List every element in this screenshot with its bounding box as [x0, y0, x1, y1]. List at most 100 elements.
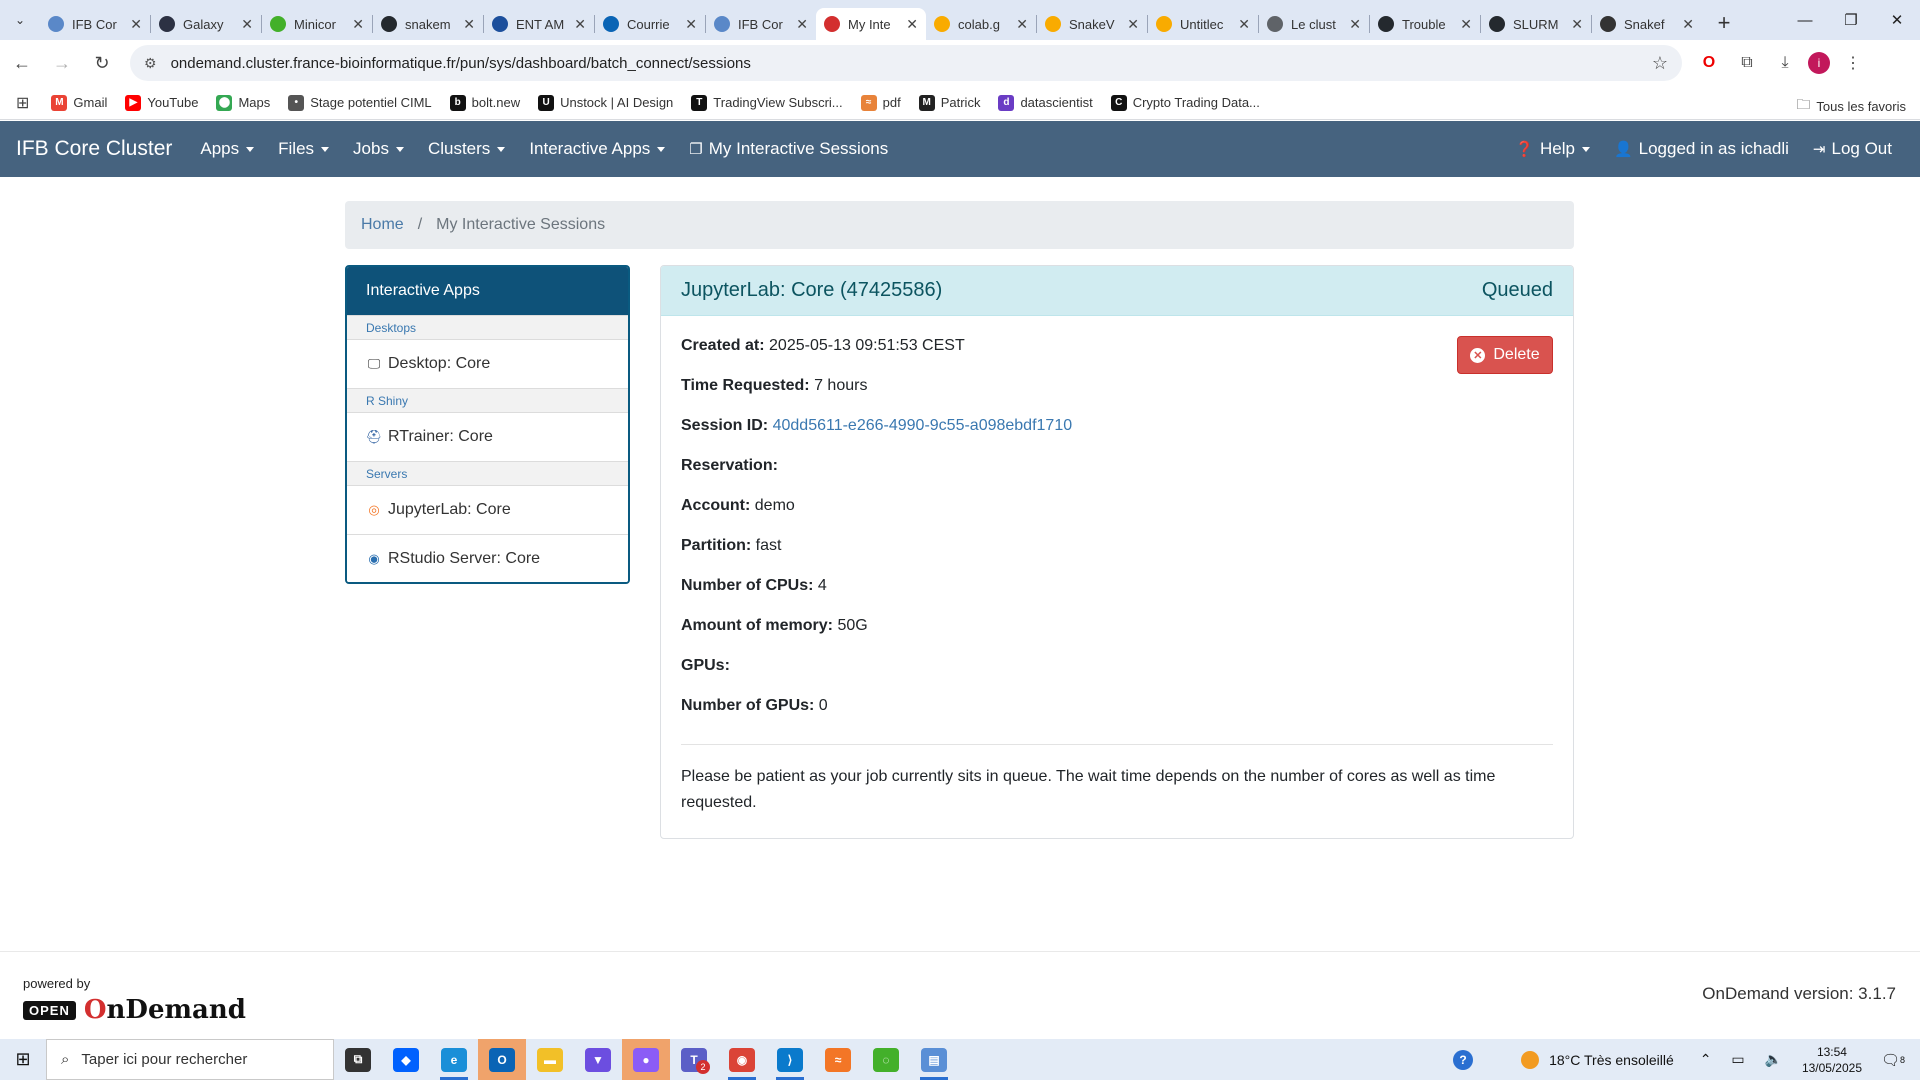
opera-extension-icon[interactable]: O [1694, 48, 1724, 78]
bookmark-item[interactable]: ▶ YouTube [125, 94, 198, 111]
back-icon[interactable]: ← [4, 45, 40, 81]
minimize-icon[interactable]: — [1782, 0, 1828, 40]
windows-start-icon[interactable]: ⊞ [0, 1039, 46, 1080]
bookmark-item[interactable]: d datascientist [998, 94, 1093, 111]
bookmark-item[interactable]: • Stage potentiel CIML [288, 94, 432, 111]
logout-link[interactable]: ⇥ Log Out [1813, 139, 1892, 159]
tab-close-icon[interactable]: ✕ [906, 16, 918, 33]
browser-tab[interactable]: My Inte ✕ [816, 8, 926, 40]
menu-kebab-icon[interactable]: ⋮ [1838, 48, 1868, 78]
browser-tab[interactable]: IFB Cor ✕ [40, 8, 150, 40]
delete-session-button[interactable]: ✕ Delete [1457, 336, 1553, 374]
nav-jobs-menu[interactable]: Jobs [353, 139, 404, 159]
nav-apps-menu[interactable]: Apps [200, 139, 255, 159]
tab-close-icon[interactable]: ✕ [685, 16, 697, 33]
taskbar-search[interactable]: ⌕ Taper ici pour rechercher [46, 1039, 334, 1080]
tray-icons[interactable]: ⌃ ▭ 🔈 [1700, 1051, 1790, 1068]
taskbar-app[interactable]: ▼ [574, 1039, 622, 1080]
profile-avatar[interactable]: i [1808, 52, 1830, 74]
nav-my-sessions-link[interactable]: ❐ My Interactive Sessions [689, 139, 888, 159]
maps-icon: ⬤ [216, 94, 233, 111]
address-bar[interactable]: ⚙ ondemand.cluster.france-bioinformatiqu… [130, 45, 1682, 81]
browser-tab[interactable]: snakem ✕ [373, 8, 483, 40]
browser-tab[interactable]: Untitlec ✕ [1148, 8, 1258, 40]
browser-tab[interactable]: Minicor ✕ [262, 8, 372, 40]
tab-close-icon[interactable]: ✕ [1571, 16, 1583, 33]
tab-close-icon[interactable]: ✕ [1349, 16, 1361, 33]
browser-tab[interactable]: Trouble ✕ [1370, 8, 1480, 40]
browser-tab[interactable]: Le clust ✕ [1259, 8, 1369, 40]
taskbar-app[interactable]: ≈ [814, 1039, 862, 1080]
tab-close-icon[interactable]: ✕ [574, 16, 586, 33]
new-tab-button[interactable]: + [1706, 7, 1742, 39]
taskbar-app[interactable]: e [430, 1039, 478, 1080]
all-bookmarks[interactable]: 🗀 Tous les favoris [1796, 94, 1906, 118]
sidebar-item-jupyterlab-core[interactable]: ◎ JupyterLab: Core [347, 486, 628, 534]
extensions-icon[interactable]: ⧉ [1732, 48, 1762, 78]
tab-search-icon[interactable]: ⌄ [0, 0, 40, 40]
restore-icon[interactable]: ❐ [1828, 0, 1874, 40]
sidebar-item-rstudio-server-core[interactable]: ◉ RStudio Server: Core [347, 534, 628, 582]
brand-link[interactable]: IFB Core Cluster [0, 137, 172, 161]
nav-interactive-apps-menu[interactable]: Interactive Apps [529, 139, 666, 159]
reload-icon[interactable]: ↻ [84, 45, 120, 81]
breadcrumb-home-link[interactable]: Home [361, 216, 404, 234]
tab-close-icon[interactable]: ✕ [463, 16, 475, 33]
ondemand-logo[interactable]: OPEN OnDemand [23, 995, 246, 1025]
bookmark-star-icon[interactable]: ☆ [1652, 53, 1668, 74]
taskbar-app[interactable]: ◉ [718, 1039, 766, 1080]
browser-tab[interactable]: ENT AM ✕ [484, 8, 594, 40]
browser-tab[interactable]: colab.g ✕ [926, 8, 1036, 40]
tab-close-icon[interactable]: ✕ [1127, 16, 1139, 33]
apps-grid-icon[interactable]: ⊞ [16, 93, 29, 113]
tab-close-icon[interactable]: ✕ [796, 16, 808, 33]
taskbar-app[interactable]: T2 [670, 1039, 718, 1080]
tab-close-icon[interactable]: ✕ [1016, 16, 1028, 33]
taskbar-app[interactable]: ◌ [862, 1039, 910, 1080]
taskbar-app[interactable]: ⟩ [766, 1039, 814, 1080]
help-icon[interactable]: ? [1453, 1049, 1474, 1070]
downloads-icon[interactable]: ⤓ [1770, 48, 1800, 78]
bookmark-item[interactable]: ≈ pdf [860, 94, 901, 111]
session-field: Amount of memory: 50G [681, 616, 1553, 656]
bookmark-item[interactable]: b bolt.new [449, 94, 520, 111]
forward-icon[interactable]: → [44, 45, 80, 81]
url-text[interactable]: ondemand.cluster.france-bioinformatique.… [171, 55, 1652, 72]
browser-tab[interactable]: SnakeV ✕ [1037, 8, 1147, 40]
tab-close-icon[interactable]: ✕ [130, 16, 142, 33]
nav-help-menu[interactable]: ❓ Help [1515, 139, 1590, 159]
site-info-icon[interactable]: ⚙ [144, 55, 157, 72]
close-window-icon[interactable]: ✕ [1874, 0, 1920, 40]
taskbar-app[interactable]: ▬ [526, 1039, 574, 1080]
browser-tab[interactable]: SLURM ✕ [1481, 8, 1591, 40]
bookmark-item[interactable]: C Crypto Trading Data... [1110, 94, 1260, 111]
session-id-link[interactable]: 40dd5611-e266-4990-9c55-a098ebdf1710 [773, 417, 1073, 434]
clock[interactable]: 13:54 13/05/2025 [1802, 1044, 1862, 1076]
bookmark-item[interactable]: M Patrick [918, 94, 980, 111]
notification-icon[interactable]: 🗨 8 [1878, 1045, 1908, 1075]
tab-close-icon[interactable]: ✕ [1238, 16, 1250, 33]
sidebar-item-desktop-core[interactable]: 🖵 Desktop: Core [347, 340, 628, 388]
browser-tab[interactable]: Courrie ✕ [595, 8, 705, 40]
bookmark-item[interactable]: ⬤ Maps [216, 94, 270, 111]
taskbar-app[interactable]: O [478, 1039, 526, 1080]
sidebar-item-rtrainer-core[interactable]: ⛑ RTrainer: Core [347, 413, 628, 461]
taskbar-app[interactable]: ▤ [910, 1039, 958, 1080]
field-label: Number of GPUs: [681, 697, 815, 714]
taskbar-app[interactable]: ⧉ [334, 1039, 382, 1080]
taskbar-app[interactable]: ◆ [382, 1039, 430, 1080]
tab-close-icon[interactable]: ✕ [1460, 16, 1472, 33]
taskbar-app[interactable]: ● [622, 1039, 670, 1080]
tab-close-icon[interactable]: ✕ [352, 16, 364, 33]
browser-tab[interactable]: Galaxy ✕ [151, 8, 261, 40]
bookmark-item[interactable]: T TradingView Subscri... [691, 94, 843, 111]
browser-tab[interactable]: IFB Cor ✕ [706, 8, 816, 40]
weather-widget[interactable]: 18°C Très ensoleillé [1521, 1050, 1674, 1069]
nav-files-menu[interactable]: Files [278, 139, 330, 159]
bookmark-item[interactable]: M Gmail [51, 94, 107, 111]
browser-tab[interactable]: Snakef ✕ [1592, 8, 1702, 40]
tab-close-icon[interactable]: ✕ [1682, 16, 1694, 33]
nav-clusters-menu[interactable]: Clusters [428, 139, 506, 159]
tab-close-icon[interactable]: ✕ [241, 16, 253, 33]
bookmark-item[interactable]: U Unstock | AI Design [538, 94, 673, 111]
